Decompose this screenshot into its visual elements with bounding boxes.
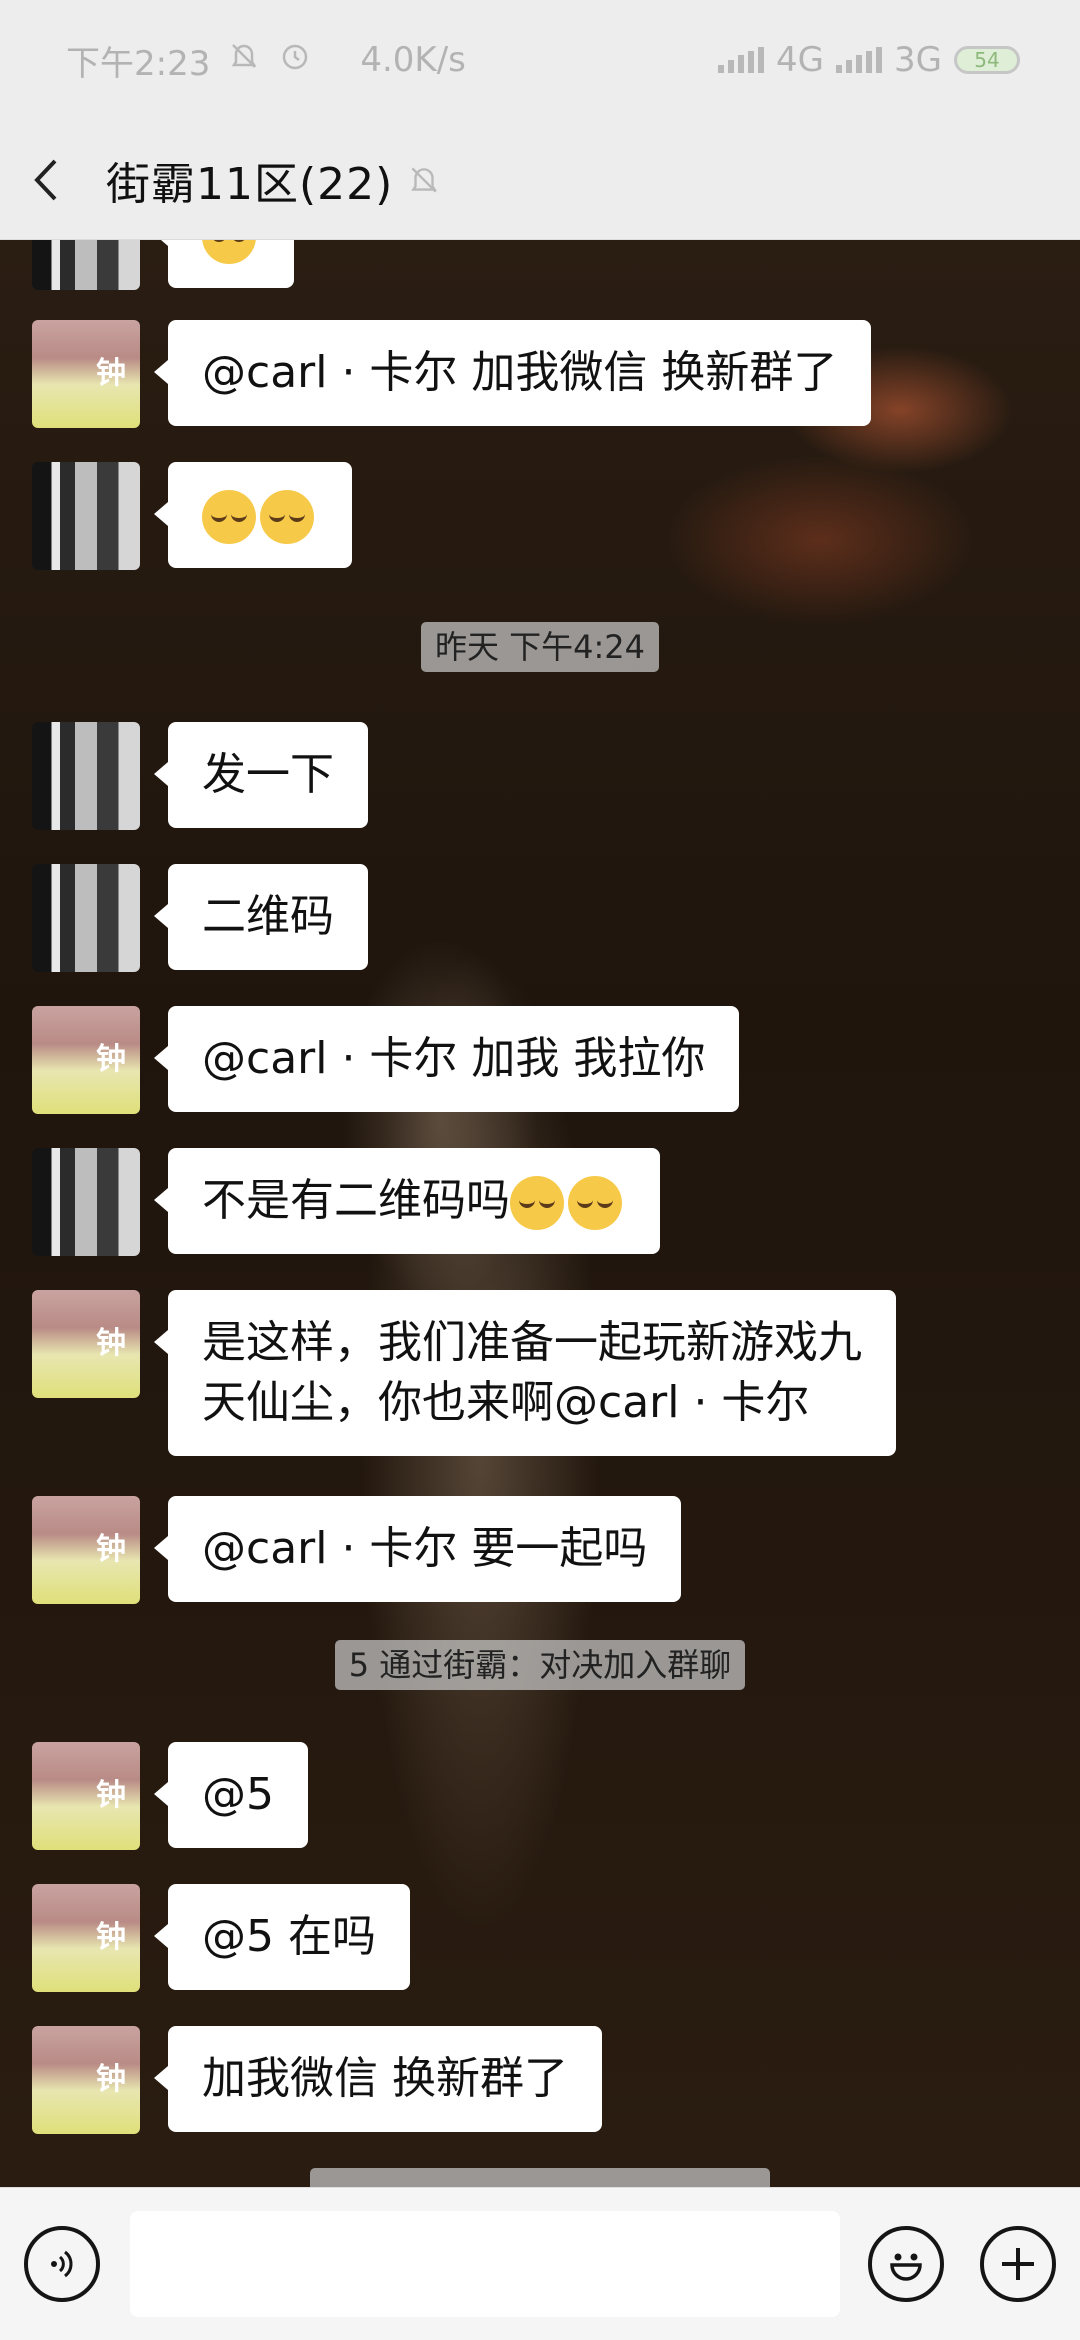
message-bubble[interactable]: @carl · 卡尔 加我微信 换新群了	[168, 320, 872, 426]
eye-roll-emoji-icon	[260, 490, 314, 544]
message-row: 钟 @5	[32, 1742, 308, 1850]
more-button[interactable]	[980, 2226, 1056, 2302]
avatar[interactable]	[32, 864, 140, 972]
emoji-icon	[202, 240, 256, 264]
avatar[interactable]: 钟	[32, 1496, 140, 1604]
back-button[interactable]	[0, 120, 92, 240]
message-input[interactable]	[130, 2211, 840, 2317]
message-row: 二维码	[32, 864, 368, 972]
avatar[interactable]	[32, 462, 140, 570]
avatar-char: 钟	[96, 1920, 126, 1955]
message-row: 钟 加我微信 换新群了	[32, 2026, 602, 2134]
emoji-button[interactable]	[868, 2226, 944, 2302]
message-row: 钟 @carl · 卡尔 要一起吗	[32, 1496, 682, 1604]
message-bubble[interactable]: 发一下	[168, 722, 368, 828]
wink-emoji-icon	[568, 1176, 622, 1230]
avatar[interactable]: 钟	[32, 1290, 140, 1398]
plus-icon	[1002, 2248, 1034, 2280]
message-bubble[interactable]: 加我微信 换新群了	[168, 2026, 602, 2132]
voice-icon	[51, 2250, 73, 2278]
eye-roll-emoji-icon	[202, 490, 256, 544]
avatar[interactable]	[32, 240, 140, 290]
chat-header: 街霸11区(22)	[0, 120, 1080, 240]
message-row: 钟 是这样，我们准备一起玩新游戏九 天仙尘，你也来啊@carl · 卡尔	[32, 1290, 896, 1456]
message-text: 不是有二维码吗	[202, 1175, 510, 1226]
smiley-icon	[890, 2253, 922, 2281]
message-bubble[interactable]: 二维码	[168, 864, 368, 970]
join-notice: 5 通过街霸：对决加入群聊	[0, 1640, 1080, 1690]
message-bubble[interactable]: @carl · 卡尔 要一起吗	[168, 1496, 682, 1602]
timestamp-text: 昨天 下午4:24	[420, 622, 660, 672]
chat-title[interactable]: 街霸11区(22)	[106, 148, 393, 212]
message-bubble[interactable]: @5 在吗	[168, 1884, 410, 1990]
message-bubble[interactable]: 不是有二维码吗	[168, 1148, 660, 1254]
message-bubble[interactable]: @carl · 卡尔 加我 我拉你	[168, 1006, 740, 1112]
bell-off-icon	[228, 40, 260, 81]
message-bubble[interactable]	[168, 462, 352, 568]
avatar[interactable]	[32, 1148, 140, 1256]
message-row	[32, 240, 294, 290]
network-speed: 4.0K/s	[360, 40, 466, 80]
voice-button[interactable]	[24, 2226, 100, 2302]
chat-area[interactable]: 钟 @carl · 卡尔 加我微信 换新群了 昨天 下午4:24 发一下 二维码…	[0, 240, 1080, 2187]
battery-icon: 54	[954, 46, 1020, 74]
avatar-char: 钟	[96, 1532, 126, 1567]
message-row: 钟 @carl · 卡尔 加我微信 换新群了	[32, 320, 872, 428]
message-bubble[interactable]: 是这样，我们准备一起玩新游戏九 天仙尘，你也来啊@carl · 卡尔	[168, 1290, 896, 1456]
message-row: 钟 @5 在吗	[32, 1884, 410, 1992]
network-type-2: 3G	[894, 40, 942, 80]
avatar[interactable]: 钟	[32, 1742, 140, 1850]
alarm-icon	[278, 39, 312, 82]
avatar-char: 钟	[96, 356, 126, 391]
join-notice-text: 5 通过街霸：对决加入群聊	[334, 1640, 746, 1690]
message-bubble[interactable]	[168, 240, 294, 288]
avatar-char: 钟	[96, 1042, 126, 1077]
message-row	[32, 462, 352, 570]
message-bubble[interactable]: @5	[168, 1742, 308, 1848]
mute-icon	[407, 163, 441, 197]
crying-emoji-icon	[510, 1176, 564, 1230]
next-notice-partial	[0, 2168, 1080, 2187]
message-row: 发一下	[32, 722, 368, 830]
avatar[interactable]	[32, 722, 140, 830]
avatar[interactable]: 钟	[32, 2026, 140, 2134]
message-row: 钟 @carl · 卡尔 加我 我拉你	[32, 1006, 740, 1114]
avatar[interactable]: 钟	[32, 1884, 140, 1992]
avatar-char: 钟	[96, 1778, 126, 1813]
avatar[interactable]: 钟	[32, 320, 140, 428]
network-type-1: 4G	[776, 40, 825, 80]
chevron-left-icon	[34, 159, 57, 200]
battery-level: 54	[974, 48, 1000, 72]
avatar-char: 钟	[96, 1326, 126, 1361]
avatar-char: 钟	[96, 2062, 126, 2097]
signal-icon	[718, 47, 765, 73]
message-row: 不是有二维码吗	[32, 1148, 660, 1256]
input-bar	[0, 2187, 1080, 2340]
timestamp: 昨天 下午4:24	[0, 622, 1080, 672]
avatar[interactable]: 钟	[32, 1006, 140, 1114]
signal-icon-2	[836, 47, 883, 73]
status-time: 下午2:23	[66, 43, 211, 84]
status-bar: 下午2:23 4.0K/s 4G 3G 54	[0, 0, 1080, 120]
